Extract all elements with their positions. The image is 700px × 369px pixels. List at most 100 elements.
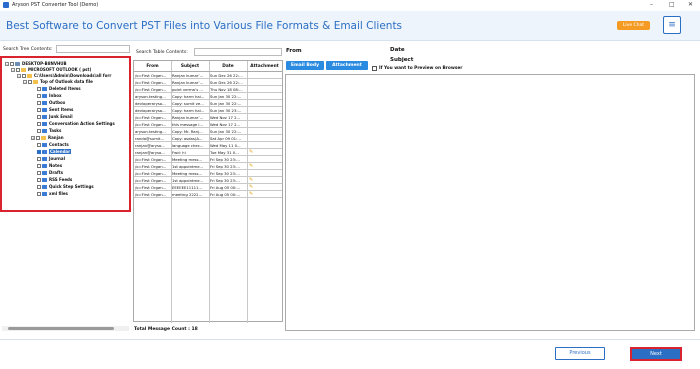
column-header-attachment[interactable]: Attachment [247, 64, 282, 69]
tree-item-quick-step-settings[interactable]: Quick Step Settings [37, 184, 94, 190]
tree-item-contacts[interactable]: Contacts [37, 142, 69, 148]
tree-checkbox[interactable] [37, 87, 41, 91]
cell-subject: Fwd: hi [172, 150, 186, 155]
tree-item-junk-email[interactable]: Junk Email [37, 114, 73, 120]
cell-subject: Ranjan kumar’... [172, 115, 204, 120]
tree-item-deleted-items[interactable]: Deleted Items [37, 86, 81, 92]
folder-icon [42, 192, 47, 196]
tree-item-calendar[interactable]: Calendar [37, 149, 72, 155]
tree-checkbox[interactable] [37, 150, 41, 154]
maximize-icon[interactable]: □ [669, 1, 675, 8]
cell-from: ranjan@aryso... [135, 150, 165, 155]
tree-search-label: Search Tree Contents: [3, 47, 53, 52]
window-title: Aryson PST Converter Tool (Demo) [12, 2, 99, 8]
folder-icon [33, 80, 38, 84]
tree-checkbox[interactable] [37, 171, 41, 175]
cell-from: /o=First Organ... [135, 115, 167, 120]
table-row[interactable]: /o=First Organ... Ranjan kumar’... Wed Nov… [134, 114, 282, 121]
collapse-icon[interactable]: − [17, 74, 21, 78]
table-row[interactable]: aryson.testing... Copy: harm hai... Sun Ja… [134, 93, 282, 100]
attachment-button[interactable]: Attachment [326, 61, 368, 70]
folder-icon [42, 171, 47, 175]
cell-from: aryson.testing... [135, 94, 166, 99]
tree-item-conversation-action-settings[interactable]: Conversation Action Settings [37, 121, 115, 127]
table-row[interactable]: aryson.testing... Copy: Mr. Ranj... Sun Ja… [134, 128, 282, 135]
tree-checkbox[interactable] [37, 192, 41, 196]
table-row[interactable]: devloperaryso... Copy: harm hai... Sun Jan… [134, 107, 282, 114]
cell-date: Fri Aug 05 00:... [210, 192, 241, 197]
cell-from: /o=First Organ... [135, 122, 167, 127]
email-body-button[interactable]: Email Body [286, 61, 324, 70]
table-row[interactable]: /o=First Organ... Meeting mess... Fri Sep … [134, 156, 282, 163]
column-header-date[interactable]: Date [209, 64, 247, 69]
tree-search-input[interactable] [56, 45, 130, 53]
expand-icon[interactable]: + [31, 136, 35, 140]
table-search-input[interactable] [194, 48, 282, 56]
tree-item-notes[interactable]: Notes [37, 163, 62, 169]
tree-scrollbar-thumb[interactable] [8, 327, 114, 330]
tree-item-journal[interactable]: Journal [37, 156, 65, 162]
collapse-icon[interactable]: − [11, 68, 15, 72]
cell-from: /o=First Organ... [135, 171, 167, 176]
tree-item-drafts[interactable]: Drafts [37, 170, 63, 176]
column-header-from[interactable]: From [134, 64, 171, 69]
folder-icon [27, 74, 32, 78]
tree-checkbox[interactable] [36, 136, 40, 140]
tree-checkbox[interactable] [37, 164, 41, 168]
live-chat-button[interactable]: Live Chat [617, 21, 650, 30]
cell-subject: language chec... [172, 143, 204, 148]
tree-item-rss-feeds[interactable]: RSS Feeds [37, 177, 72, 183]
collapse-icon[interactable]: − [23, 80, 27, 84]
folder-icon [42, 129, 47, 133]
tree-checkbox[interactable] [37, 115, 41, 119]
tree-checkbox[interactable] [37, 94, 41, 98]
tree-checkbox[interactable] [37, 157, 41, 161]
table-row[interactable]: /o=First Organ... 1st appointme... Fri Sep… [134, 177, 282, 184]
cell-subject: 1st appointme... [172, 178, 204, 183]
tree-item-ranjan[interactable]: + Ranjan [31, 135, 64, 141]
table-row[interactable]: ranjan@aryso... Fwd: hi Tue May 31 0... ✎ [134, 149, 282, 156]
tree-checkbox[interactable] [10, 62, 14, 66]
tree-checkbox[interactable] [37, 185, 41, 189]
previous-button[interactable]: Previous [555, 347, 605, 360]
collapse-icon[interactable]: − [5, 62, 9, 66]
tree-item-outbox[interactable]: Outbox [37, 100, 65, 106]
tree-item-sent-items[interactable]: Sent Items [37, 107, 73, 113]
cell-from: /o=First Organ... [135, 192, 167, 197]
table-row[interactable]: ranjan@aryso... language chec... Wed May 1… [134, 142, 282, 149]
table-row[interactable]: /o=First Organ... meeting 2222... Fri Aug … [134, 191, 282, 198]
table-row[interactable]: /o=First Organ... this message i... Wed No… [134, 121, 282, 128]
tree-item-xml-files[interactable]: xml files [37, 191, 68, 197]
page-headline: Best Software to Convert PST Files into … [6, 20, 403, 32]
table-row[interactable]: /o=First Organ... 1st appointme... Fri Sep… [134, 163, 282, 170]
tree-checkbox[interactable] [28, 80, 32, 84]
menu-icon[interactable]: ≡ [663, 16, 681, 34]
close-icon[interactable]: ✕ [688, 1, 693, 8]
next-button[interactable]: Next [630, 347, 682, 361]
table-row[interactable]: /o=First Organ... Ranjan kumar’... Sun Dec… [134, 79, 282, 86]
table-row[interactable]: /o=First Organ... point verma’s ... Thu No… [134, 86, 282, 93]
table-row[interactable]: devloperaryso... Copy: sumit ve... Sun Jan… [134, 100, 282, 107]
cell-subject: Copy: sumit ve... [172, 101, 204, 106]
tree-checkbox[interactable] [37, 178, 41, 182]
column-header-subject[interactable]: Subject [171, 64, 209, 69]
tree-checkbox[interactable] [37, 108, 41, 112]
table-row[interactable]: randa@sumit... Copy: asdas(A... Sat Apr 09… [134, 135, 282, 142]
table-row[interactable]: /o=First Organ... Meeting mess... Fri Sep … [134, 170, 282, 177]
tree-checkbox[interactable] [22, 74, 26, 78]
table-row[interactable]: /o=First Organ... EEEEEE11111... Fri Aug 0… [134, 184, 282, 191]
tree-checkbox[interactable] [16, 68, 20, 72]
folder-icon [42, 87, 47, 91]
cell-from: ranjan@aryso... [135, 143, 165, 148]
tree-item-inbox[interactable]: Inbox [37, 93, 62, 99]
preview-browser-checkbox[interactable] [372, 66, 377, 71]
minimize-icon[interactable]: – [650, 1, 653, 8]
tree-checkbox[interactable] [37, 129, 41, 133]
message-table: From Subject Date Attachment /o=First Or… [133, 60, 283, 323]
tree-item-top-of-outlook[interactable]: − Top of Outlook data file [23, 79, 93, 85]
tree-checkbox[interactable] [37, 143, 41, 147]
tree-checkbox[interactable] [37, 122, 41, 126]
table-row[interactable]: /o=First Organ... Ranjan kumar’... Sun Dec… [134, 72, 282, 79]
tree-item-tasks[interactable]: Tasks [37, 128, 61, 134]
tree-checkbox[interactable] [37, 101, 41, 105]
